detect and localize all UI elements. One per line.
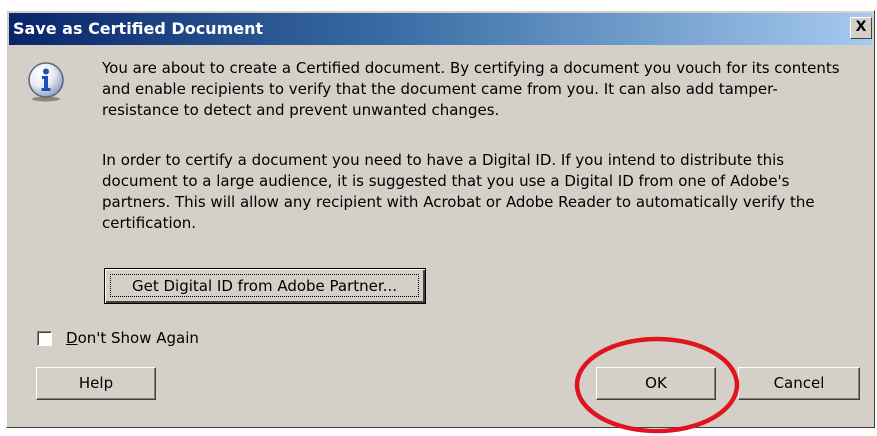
message-paragraph-2: In order to certify a document you need … (102, 151, 815, 232)
get-digital-id-label[interactable]: Get Digital ID from Adobe Partner... (110, 274, 419, 297)
mnemonic-letter[interactable]: D (66, 329, 78, 347)
dont-show-again-label[interactable]: Don't Show Again (66, 329, 199, 347)
get-digital-id-button[interactable]: Get Digital ID from Adobe Partner... (104, 268, 426, 304)
message-paragraph-1: You are about to create a Certified docu… (102, 59, 840, 119)
cancel-button[interactable]: Cancel (738, 367, 860, 400)
checkbox-label-text[interactable]: on't Show Again (78, 329, 199, 347)
help-button[interactable]: Help (36, 367, 156, 400)
info-icon (28, 62, 64, 102)
close-icon[interactable]: X (856, 19, 867, 35)
close-button[interactable]: X (850, 17, 872, 39)
dont-show-again-checkbox[interactable] (37, 331, 52, 346)
dialog-title: Save as Certified Document (13, 19, 264, 38)
ok-button[interactable]: OK (596, 367, 716, 400)
title-bar[interactable]: Save as Certified Document X (9, 13, 872, 45)
